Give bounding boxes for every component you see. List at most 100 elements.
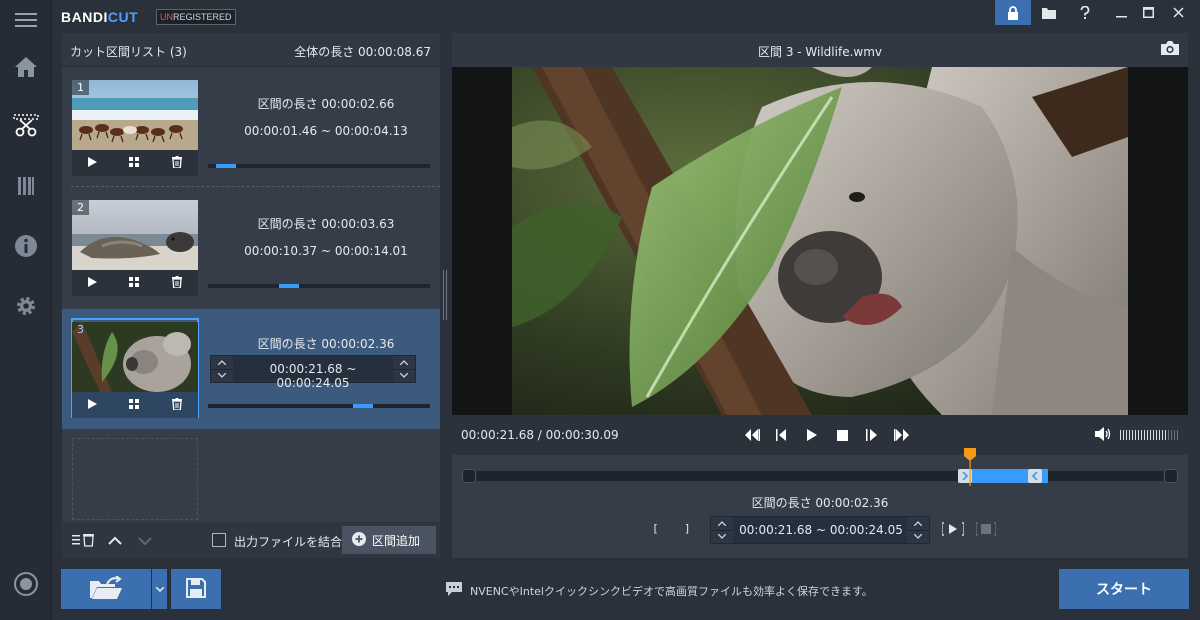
play-icon[interactable] — [88, 276, 98, 290]
selection-range-input[interactable]: 00:00:21.68 ~ 00:00:24.05 — [733, 523, 909, 537]
segment-range-editor: 00:00:21.68 ~ 00:00:24.05 — [210, 355, 416, 390]
stop-icon[interactable] — [832, 425, 852, 445]
jump-to-start-icon[interactable] — [742, 425, 762, 445]
save-icon — [186, 577, 206, 601]
app-logo: BANDICUT — [61, 9, 139, 25]
previous-frame-icon[interactable] — [772, 425, 792, 445]
film-icon[interactable] — [0, 166, 52, 206]
start-time-stepper[interactable] — [211, 356, 233, 382]
timeline[interactable] — [462, 469, 1178, 483]
lock-icon[interactable] — [995, 0, 1031, 25]
segment-length: 区間の長さ 00:00:03.63 — [257, 217, 395, 231]
play-icon[interactable] — [802, 425, 822, 445]
video-preview[interactable] — [452, 67, 1188, 415]
folder-icon[interactable] — [1031, 0, 1067, 25]
grid-icon[interactable] — [129, 156, 140, 170]
trash-icon[interactable] — [171, 275, 182, 291]
message-icon — [446, 582, 462, 599]
segment-progress-fill — [279, 284, 299, 288]
delete-all-icon[interactable] — [72, 533, 96, 550]
merge-output-label: 出力ファイルを結合 — [234, 535, 343, 549]
grid-icon[interactable] — [129, 398, 140, 412]
end-time-stepper[interactable] — [393, 356, 415, 382]
preview-title: 区間 3 - Wildlife.wmv — [758, 45, 882, 59]
open-file-dropdown[interactable] — [152, 569, 167, 609]
jump-to-end-icon[interactable] — [892, 425, 912, 445]
segment-range-input[interactable]: 00:00:21.68 ~ 00:00:24.05 — [233, 362, 393, 390]
volume-bar — [1174, 430, 1175, 440]
panel-splitter[interactable] — [443, 270, 447, 320]
save-button[interactable] — [171, 569, 221, 609]
chevron-down-icon[interactable] — [211, 370, 233, 383]
segment-list-panel: カット区間リスト (3) 全体の長さ 00:00:08.67 1 区間の長さ 0… — [62, 33, 440, 558]
volume-icon[interactable] — [1095, 427, 1111, 444]
segment-list-title: カット区間リスト (3) — [70, 45, 187, 59]
chevron-up-icon[interactable] — [211, 356, 233, 370]
volume-slider[interactable] — [1120, 430, 1178, 440]
segment-length: 区間の長さ 00:00:02.36 — [257, 337, 395, 351]
start-button[interactable]: スタート — [1059, 569, 1189, 609]
segment-toolbar — [72, 150, 198, 176]
play-icon[interactable] — [88, 398, 98, 412]
settings-icon[interactable] — [0, 286, 52, 326]
chevron-down-icon[interactable] — [711, 531, 733, 544]
segment-item-selected[interactable]: 3 区間の長さ 00:00:02.36 00:00:21.68 ~ 00:00:… — [62, 309, 440, 429]
hint-message: NVENCやIntelクイックシンクビデオで高画質ファイルも効率よく保存できます… — [446, 582, 873, 599]
end-time-value[interactable]: 00:00:24.05 — [830, 523, 903, 537]
playhead-marker[interactable] — [964, 448, 976, 489]
home-icon[interactable] — [0, 47, 52, 87]
chevron-down-icon[interactable] — [393, 370, 415, 383]
cut-icon[interactable] — [0, 106, 52, 146]
left-nav — [0, 0, 52, 620]
volume-bar — [1135, 430, 1136, 440]
volume-bar — [1150, 430, 1151, 440]
open-file-button[interactable] — [61, 569, 151, 609]
chevron-down-icon[interactable] — [907, 531, 929, 544]
merge-output-checkbox[interactable] — [212, 533, 226, 547]
trash-icon[interactable] — [171, 155, 182, 171]
start-time-stepper[interactable] — [711, 517, 733, 543]
start-time-value[interactable]: 00:00:21.68 — [739, 523, 812, 537]
segment-thumbnail[interactable]: 1 — [72, 80, 198, 150]
close-icon[interactable] — [1160, 0, 1196, 25]
volume-bar — [1132, 430, 1133, 440]
stop-selection-icon[interactable] — [975, 522, 997, 539]
play-icon[interactable] — [88, 156, 98, 170]
segment-progress — [208, 404, 430, 408]
total-length: 全体の長さ 00:00:08.67 — [294, 45, 431, 59]
next-frame-icon[interactable] — [862, 425, 882, 445]
add-segment-button[interactable]: 区間追加 — [342, 526, 436, 554]
set-start-point-button[interactable]: [ — [652, 522, 659, 535]
volume-bar — [1123, 430, 1124, 440]
info-icon[interactable] — [0, 226, 52, 266]
volume-bar — [1162, 430, 1163, 440]
segment-item[interactable]: 2 区間の長さ 00:00:03.63 00:00:10.37 ~ 00:00:… — [62, 187, 440, 307]
end-time-stepper[interactable] — [907, 517, 929, 543]
trash-icon[interactable] — [171, 397, 182, 413]
help-icon[interactable] — [1067, 0, 1103, 25]
set-end-point-button[interactable]: ] — [684, 522, 691, 535]
segment-thumbnail[interactable]: 3 — [72, 322, 198, 392]
segment-thumbnail[interactable]: 2 — [72, 200, 198, 270]
plus-circle-icon — [352, 531, 366, 549]
camera-icon[interactable] — [1160, 40, 1180, 59]
segment-progress-fill — [216, 164, 236, 168]
segment-number: 2 — [72, 200, 89, 215]
grid-icon[interactable] — [129, 276, 140, 290]
segment-item[interactable]: 1 区間の長さ 00:00:02.66 00:00:01.46 ~ 00:00:… — [62, 67, 440, 187]
timeline-track[interactable] — [470, 471, 1170, 481]
timeline-end-handle[interactable] — [1164, 469, 1178, 483]
selection-end-handle[interactable] — [1028, 469, 1042, 483]
timeline-start-handle[interactable] — [462, 469, 476, 483]
chevron-up-icon[interactable] — [907, 517, 929, 531]
selection-range-editor: 00:00:21.68 ~ 00:00:24.05 — [710, 516, 930, 544]
title-bar: BANDICUT UNREGISTERED — [52, 0, 1200, 33]
record-icon[interactable] — [0, 564, 52, 604]
move-up-icon[interactable] — [108, 534, 122, 548]
chevron-up-icon[interactable] — [393, 356, 415, 370]
move-down-icon[interactable] — [138, 535, 152, 549]
chevron-up-icon[interactable] — [711, 517, 733, 531]
play-selection-icon[interactable] — [941, 522, 965, 539]
menu-icon[interactable] — [0, 0, 52, 40]
segment-list-header: カット区間リスト (3) 全体の長さ 00:00:08.67 — [62, 33, 440, 67]
